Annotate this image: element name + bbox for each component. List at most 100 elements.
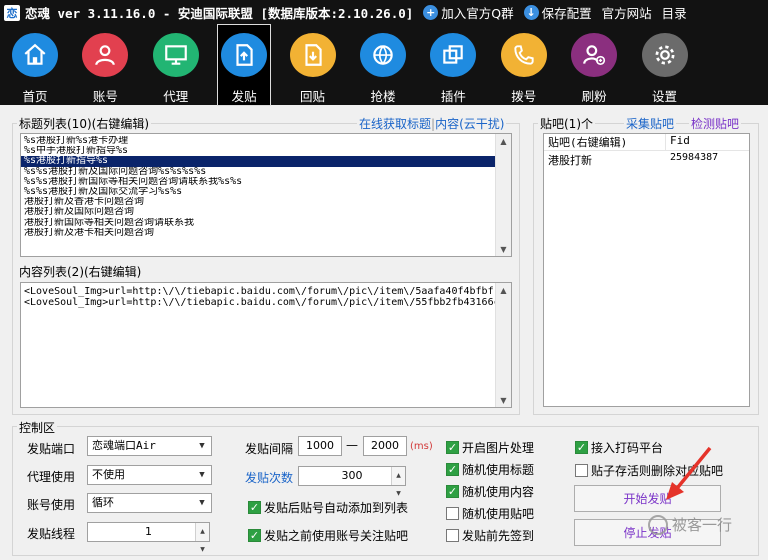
rand-tieba-checkbox[interactable]: 随机使用贴吧 [446,505,534,522]
tool-fans[interactable]: 刷粉 [566,25,622,105]
checkbox-icon [446,529,459,542]
fetch-titles-link[interactable]: 在线获取标题|内容(云干扰) [357,115,507,132]
tool-dial[interactable]: 拨号 [496,25,552,105]
scroll-up-icon[interactable]: ▲ [496,134,511,148]
img-proc-label: 开启图片处理 [462,441,535,455]
join-group-link[interactable]: + 加入官方Q群 [423,3,514,22]
title-list-scrollbar[interactable]: ▲ ▼ [495,134,511,256]
tool-label: 代理 [163,89,189,104]
list-item-selected[interactable]: %s港股打新指导%s [21,156,511,167]
spin-arrows-icon[interactable]: ▲ ▼ [195,523,209,553]
threads-stepper[interactable]: 1 ▲ ▼ [87,522,210,553]
content-list-scrollbar[interactable]: ▲ ▼ [495,283,511,407]
threads-value: 1 [145,525,152,538]
rand-content-label: 随机使用内容 [462,485,535,499]
official-site-label: 官方网站 [601,6,652,21]
official-site-link[interactable]: 官方网站 [602,3,652,22]
content-interference-label: 内容(云干扰) [435,117,505,131]
column-header-tieba[interactable]: 贴吧(右键编辑) [544,134,666,150]
img-proc-checkbox[interactable]: ✓ 开启图片处理 [446,439,534,456]
list-item[interactable]: %s中手港股打新指导%s [21,146,511,156]
content-list[interactable]: <LoveSoul_Img>url=http:\/\/tiebapic.baid… [20,282,512,408]
title-list[interactable]: %s港股打新%s港卡办理 %s中手港股打新指导%s %s港股打新指导%s %s%… [20,133,512,257]
tool-label: 首页 [22,89,48,104]
signin-label: 发贴前先签到 [462,529,535,543]
auto-add-label: 发贴后贴号自动添加到列表 [264,501,409,515]
list-item[interactable]: <LoveSoul_Img>url=http:\/\/tiebapic.baid… [21,297,511,308]
list-item[interactable]: %s%s港股打新国际等相关问题咨询请联系我%s%s [21,177,511,187]
tool-label: 设置 [652,89,678,104]
account-value: 循环 [92,496,114,509]
globe-icon [359,33,406,77]
account-select[interactable]: 循环 ▼ [87,493,212,513]
list-item[interactable]: 港股打新及国际问题咨询 [21,207,511,217]
follow-label: 发贴之前使用账号关注贴吧 [264,529,409,543]
tool-label: 拨号 [511,89,537,104]
tool-proxy[interactable]: 代理 [148,25,204,105]
list-item[interactable]: %s港股打新%s港卡办理 [21,136,511,146]
tool-account[interactable]: 账号 [77,25,133,105]
rand-title-checkbox[interactable]: ✓ 随机使用标题 [446,461,534,478]
checkbox-icon: ✓ [446,463,459,476]
port-label: 发贴端口 [27,442,76,456]
port-select[interactable]: 恋魂端口Air ▼ [87,436,212,456]
download-icon: ↓ [523,5,539,20]
table-row[interactable]: 港股打新 25984387 [544,152,718,168]
captcha-label: 接入打码平台 [591,441,664,455]
plugin-icon [430,33,477,77]
save-config-label: 保存配置 [541,6,592,21]
list-item[interactable]: 港股打新及香港卡问题咨询 [21,197,511,207]
follow-checkbox[interactable]: ✓ 发贴之前使用账号关注贴吧 [248,527,408,544]
chevron-down-icon: ▼ [199,470,205,480]
signin-checkbox[interactable]: 发贴前先签到 [446,527,534,544]
interval-label: 发贴间隔 [245,442,294,456]
tool-reply[interactable]: 回贴 [285,25,341,105]
list-item[interactable]: 港股打新国际等相关问题咨询请联系我 [21,218,511,228]
detect-tieba-link[interactable]: 检测贴吧 [689,115,742,132]
save-config-link[interactable]: ↓ 保存配置 [523,3,592,22]
scroll-up-icon[interactable]: ▲ [496,283,511,297]
spin-arrows-icon[interactable]: ▲ ▼ [391,467,405,497]
red-arrow-icon [666,446,712,500]
tool-plugin[interactable]: 插件 [425,25,481,105]
rand-content-checkbox[interactable]: ✓ 随机使用内容 [446,483,534,500]
scroll-down-icon[interactable]: ▼ [496,242,511,256]
phone-icon [500,33,547,77]
port-value: 恋魂端口Air [92,439,156,452]
checkbox-icon: ✓ [446,485,459,498]
fetch-titles-label: 在线获取标题 [359,117,432,131]
collect-tieba-link[interactable]: 采集贴吧 [624,115,677,132]
watermark-text: 被客一行 [672,516,733,534]
list-item[interactable]: %s%s港股打新及国际问题咨询%s%s%s%s [21,167,511,177]
auto-add-checkbox[interactable]: ✓ 发贴后贴号自动添加到列表 [248,499,408,516]
title-bar: 恋 恋魂 ver 3.11.16.0 - 安迪国际联盟 [数据库版本:2.10.… [0,0,768,25]
content-list-heading: 内容列表(2)(右键编辑) [17,263,144,280]
checkbox-icon [446,507,459,520]
user-icon [82,33,129,77]
tool-label: 账号 [92,89,118,104]
catalog-link[interactable]: 目录 [662,3,687,22]
tool-settings[interactable]: 设置 [637,25,693,105]
interval-min-input[interactable]: 1000 [298,436,342,456]
tool-home[interactable]: 首页 [7,25,63,105]
count-label[interactable]: 发贴次数 [245,469,293,486]
join-group-label: 加入官方Q群 [441,6,514,21]
list-item[interactable]: %s%s港股打新及国际交流学习%s%s [21,187,511,197]
proxy-select[interactable]: 不使用 ▼ [87,465,212,485]
app-logo: 恋 [4,4,20,21]
column-header-fid[interactable]: Fid [666,134,690,150]
list-item[interactable]: 港股打新及港卡相关问题咨询 [21,228,511,238]
tieba-name-cell: 港股打新 [548,154,592,167]
tool-grab-floor[interactable]: 抢楼 [355,25,411,105]
interval-max-input[interactable]: 2000 [363,436,407,456]
list-item[interactable]: <LoveSoul_Img>url=http:\/\/tiebapic.baid… [21,286,511,297]
tool-label: 插件 [440,89,466,104]
threads-label: 发贴线程 [27,527,76,541]
tool-post[interactable]: 发贴 [217,24,272,106]
tieba-table[interactable]: 贴吧(右键编辑) Fid 港股打新 25984387 [543,133,750,407]
user-add-icon [571,33,618,77]
count-value: 300 [341,469,363,482]
count-stepper[interactable]: 300 ▲ ▼ [298,466,406,497]
scroll-down-icon[interactable]: ▼ [496,393,511,407]
captcha-checkbox[interactable]: ✓ 接入打码平台 [575,439,663,456]
